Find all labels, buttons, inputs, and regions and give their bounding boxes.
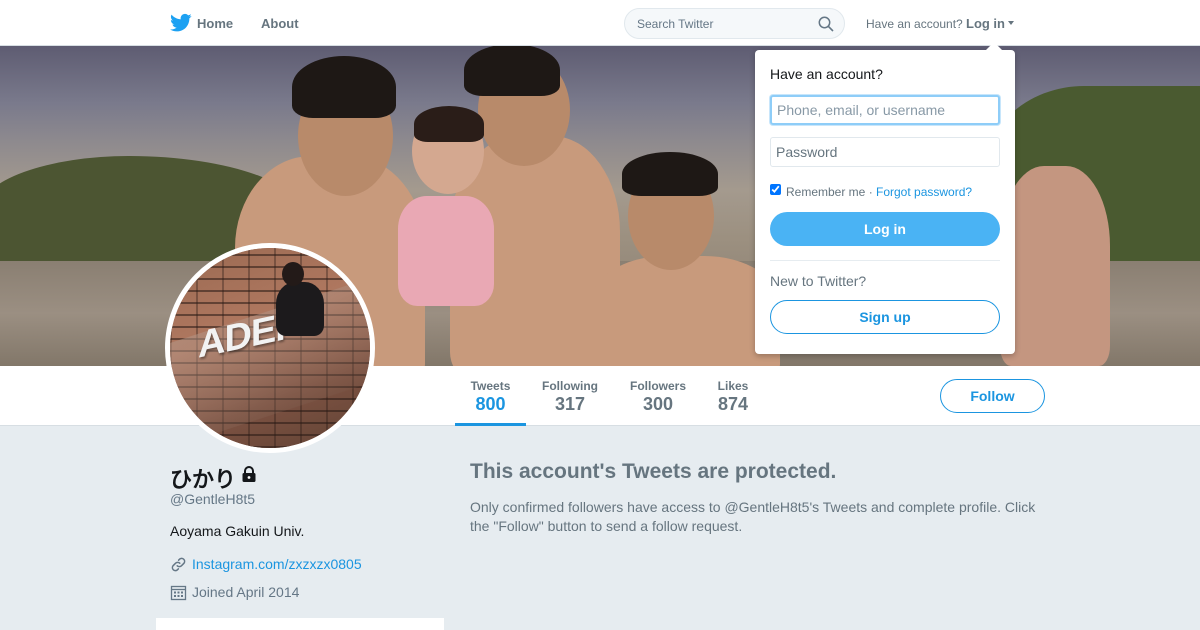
stat-label: Tweets: [470, 379, 511, 393]
protected-notice-title: This account's Tweets are protected.: [470, 460, 837, 483]
banner-baby-hair: [414, 106, 484, 142]
stat-label: Followers: [629, 379, 686, 393]
top-navigation: Home About Have an account? Log in: [0, 0, 1200, 46]
banner-person: [590, 256, 780, 366]
nav-home-link[interactable]: Home: [197, 16, 233, 31]
stat-following[interactable]: Following 317: [536, 366, 604, 426]
stat-value: 300: [642, 394, 674, 414]
password-field[interactable]: [770, 137, 1000, 167]
stat-likes[interactable]: Likes 874: [712, 366, 754, 426]
banner-person: [1000, 166, 1110, 366]
avatar-person: [276, 282, 324, 336]
login-dropdown: Have an account? Remember me · Forgot pa…: [755, 50, 1015, 354]
banner-person-hair: [292, 56, 396, 118]
dropdown-divider: [770, 260, 1000, 261]
stat-value: 317: [554, 394, 586, 414]
twitter-bird-icon[interactable]: [170, 13, 192, 33]
lock-icon: [242, 466, 256, 482]
protected-notice-body: Only confirmed followers have access to …: [470, 499, 1036, 534]
login-button[interactable]: Log in: [770, 212, 1000, 246]
chevron-down-icon[interactable]: [1008, 21, 1014, 25]
banner-person-hair: [464, 46, 560, 96]
search-box: [624, 8, 845, 39]
profile-joined-date: Joined April 2014: [192, 584, 300, 600]
follow-button[interactable]: Follow: [940, 379, 1045, 413]
dropdown-caret: [986, 42, 1002, 50]
link-icon: [171, 557, 186, 572]
calendar-icon: [170, 585, 187, 601]
stat-tweets[interactable]: Tweets 800: [455, 366, 526, 426]
stat-value: 874: [717, 394, 749, 414]
forgot-password-link[interactable]: Forgot password?: [876, 185, 972, 199]
banner-baby: [398, 196, 494, 306]
signup-button[interactable]: Sign up: [770, 300, 1000, 334]
have-account-text: Have an account?: [866, 17, 963, 31]
profile-handle[interactable]: @GentleH8t5: [170, 491, 255, 507]
login-dropdown-title: Have an account?: [770, 66, 883, 82]
profile-bio: Aoyama Gakuin Univ.: [170, 523, 305, 539]
profile-name[interactable]: ひかり: [170, 462, 236, 494]
sidebar-card: [156, 618, 444, 630]
stat-value: 800: [475, 394, 506, 414]
avatar-person-head: [282, 262, 304, 286]
avatar[interactable]: ADEP: [165, 243, 375, 453]
search-input[interactable]: [625, 9, 810, 38]
remember-me-checkbox[interactable]: [770, 184, 781, 195]
new-to-twitter-text: New to Twitter?: [770, 273, 867, 289]
username-field[interactable]: [770, 95, 1000, 125]
stat-label: Likes: [717, 379, 749, 393]
login-menu-toggle[interactable]: Log in: [966, 16, 1005, 31]
banner-person-hair: [622, 152, 718, 196]
stat-label: Following: [542, 379, 598, 393]
nav-about-link[interactable]: About: [261, 16, 299, 31]
profile-website-link[interactable]: Instagram.com/zxzxzx0805: [192, 556, 362, 572]
remember-me-label: Remember me ·: [786, 185, 873, 199]
search-icon[interactable]: [818, 16, 834, 32]
stat-followers[interactable]: Followers 300: [624, 366, 692, 426]
